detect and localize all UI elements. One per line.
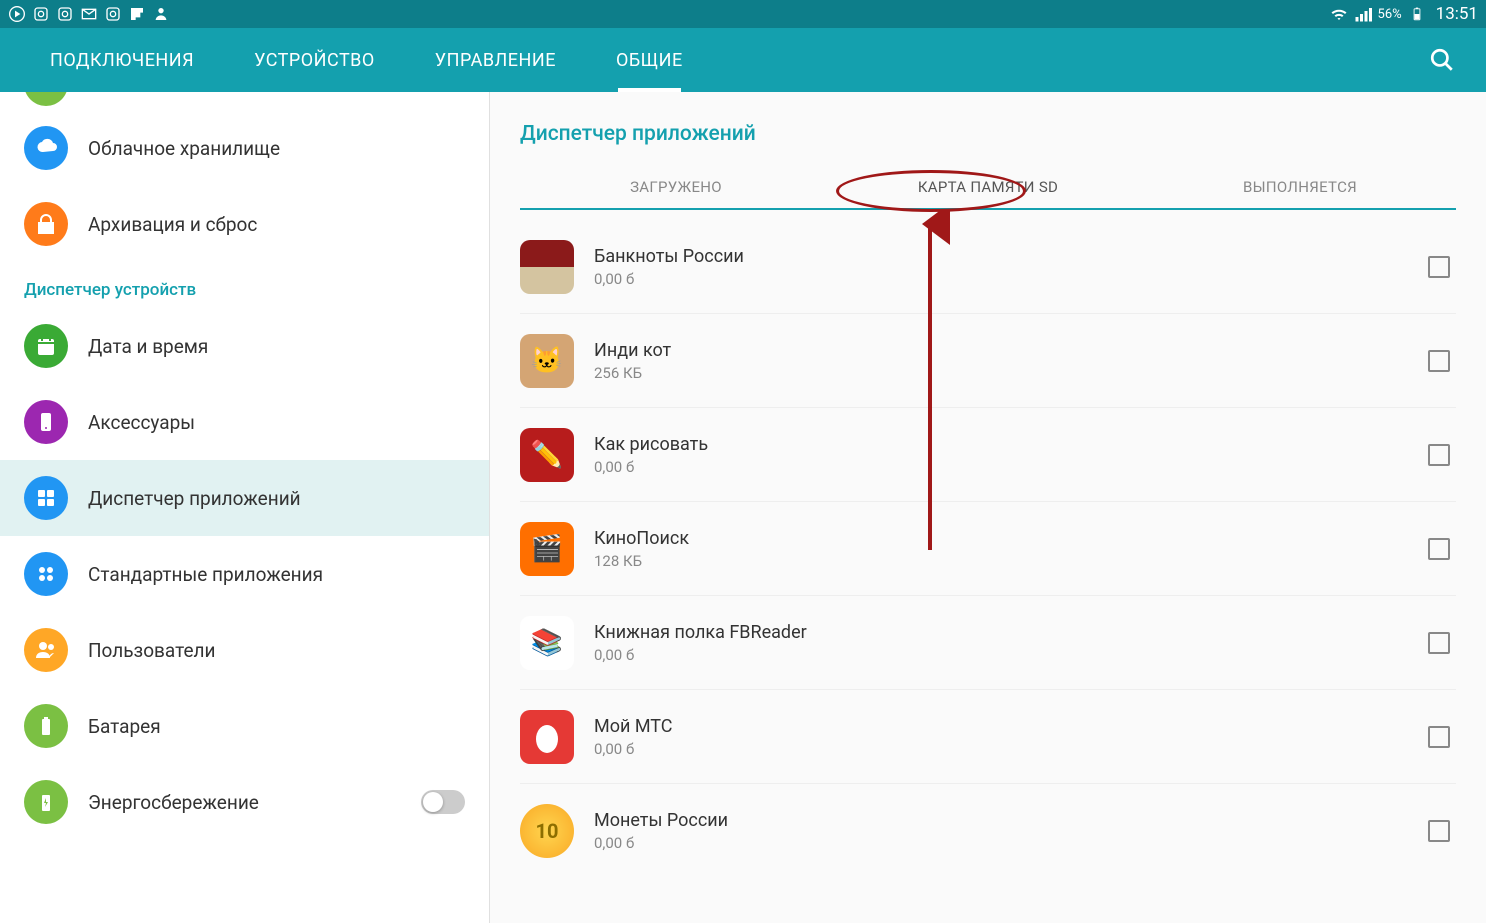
app-icon-fbreader: 📚 [520,616,574,670]
app-checkbox[interactable] [1428,538,1450,560]
app-icon-coins: 10 [520,804,574,858]
sidebar-item-cloud[interactable]: Облачное хранилище [0,110,489,186]
subtabs: ЗАГРУЖЕНО КАРТА ПАМЯТИ SD ВЫПОЛНЯЕТСЯ [520,166,1456,210]
sidebar-item-app-manager[interactable]: Диспетчер приложений [0,460,489,536]
app-size: 0,00 б [594,458,1428,476]
sidebar-item-backup[interactable]: Архивация и сброс [0,186,489,262]
app-name: Банкноты России [594,246,1428,267]
app-row[interactable]: 🎬 КиноПоиск 128 КБ [520,502,1456,596]
app-icon-mts [520,710,574,764]
instagram-icon-2 [56,5,74,23]
app-icon-indycat: 🐱 [520,334,574,388]
search-icon [1429,47,1455,73]
sidebar-label: Дата и время [88,335,208,358]
accessories-icon [24,400,68,444]
app-row[interactable]: 📚 Книжная полка FBReader 0,00 б [520,596,1456,690]
default-apps-icon [24,552,68,596]
app-icon-banknotes [520,240,574,294]
app-name: КиноПоиск [594,528,1428,549]
app-size: 128 КБ [594,552,1428,570]
status-bar: 56% 13:51 [0,0,1486,28]
app-list[interactable]: Банкноты России 0,00 б 🐱 Инди кот 256 КБ ✏… [520,210,1456,878]
sidebar-item-users[interactable]: Пользователи [0,612,489,688]
app-size: 0,00 б [594,740,1428,758]
partial-item-top [0,92,489,110]
tab-general[interactable]: ОБЩИЕ [586,28,713,92]
tab-controls[interactable]: УПРАВЛЕНИЕ [405,28,586,92]
person-icon [152,5,170,23]
wifi-icon [1330,5,1348,23]
sidebar-label: Стандартные приложения [88,563,323,586]
battery-percent: 56% [1378,7,1402,22]
battery-icon [1408,5,1426,23]
app-row[interactable]: Мой МТС 0,00 б [520,690,1456,784]
category-device-manager: Диспетчер устройств [0,262,489,308]
backup-icon [24,202,68,246]
app-name: Книжная полка FBReader [594,622,1428,643]
app-size: 0,00 б [594,834,1428,852]
sidebar-item-accessories[interactable]: Аксессуары [0,384,489,460]
status-left-icons [8,5,170,23]
sidebar-label: Диспетчер приложений [88,487,301,510]
status-right: 56% 13:51 [1330,4,1478,24]
tabs-bar: ПОДКЛЮЧЕНИЯ УСТРОЙСТВО УПРАВЛЕНИЕ ОБЩИЕ [0,28,1486,92]
instagram-icon [32,5,50,23]
apps-icon [24,476,68,520]
search-button[interactable] [1418,36,1466,84]
main-title: Диспетчер приложений [520,92,1456,166]
app-icon-kinopoisk: 🎬 [520,522,574,576]
sidebar[interactable]: Облачное хранилище Архивация и сброс Дис… [0,92,490,923]
sidebar-label: Энергосбережение [88,791,259,814]
app-name: Мой МТС [594,716,1428,737]
app-size: 0,00 б [594,270,1428,288]
sidebar-label: Батарея [88,715,161,738]
battery-menu-icon [24,704,68,748]
sidebar-label: Аксессуары [88,411,195,434]
app-checkbox[interactable] [1428,444,1450,466]
users-icon [24,628,68,672]
tab-connections[interactable]: ПОДКЛЮЧЕНИЯ [20,28,224,92]
instagram-icon-3 [104,5,122,23]
app-name: Как рисовать [594,434,1428,455]
app-row[interactable]: Банкноты России 0,00 б [520,220,1456,314]
power-saving-icon [24,780,68,824]
sidebar-item-battery[interactable]: Батарея [0,688,489,764]
app-checkbox[interactable] [1428,820,1450,842]
app-name: Инди кот [594,340,1428,361]
app-checkbox[interactable] [1428,726,1450,748]
main-panel: Диспетчер приложений ЗАГРУЖЕНО КАРТА ПАМ… [490,92,1486,923]
signal-icon [1354,5,1372,23]
subtab-sdcard[interactable]: КАРТА ПАМЯТИ SD [832,166,1144,208]
sidebar-label: Пользователи [88,639,216,662]
flipboard-icon [128,5,146,23]
subtab-downloaded[interactable]: ЗАГРУЖЕНО [520,166,832,208]
cloud-icon [24,126,68,170]
play-icon [8,5,26,23]
app-checkbox[interactable] [1428,350,1450,372]
sidebar-label: Архивация и сброс [88,213,257,236]
app-size: 0,00 б [594,646,1428,664]
sidebar-item-power-saving[interactable]: Энергосбережение [0,764,489,840]
app-name: Монеты России [594,810,1428,831]
subtab-running[interactable]: ВЫПОЛНЯЕТСЯ [1144,166,1456,208]
sidebar-item-default-apps[interactable]: Стандартные приложения [0,536,489,612]
clock-time: 13:51 [1436,4,1478,24]
power-saving-toggle[interactable] [421,790,465,814]
app-row[interactable]: 10 Монеты России 0,00 б [520,784,1456,878]
app-icon-draw: ✏️ [520,428,574,482]
app-size: 256 КБ [594,364,1428,382]
app-checkbox[interactable] [1428,256,1450,278]
tab-device[interactable]: УСТРОЙСТВО [224,28,405,92]
sidebar-label: Облачное хранилище [88,137,280,160]
sidebar-item-datetime[interactable]: Дата и время [0,308,489,384]
calendar-icon [24,324,68,368]
app-row[interactable]: ✏️ Как рисовать 0,00 б [520,408,1456,502]
app-row[interactable]: 🐱 Инди кот 256 КБ [520,314,1456,408]
app-checkbox[interactable] [1428,632,1450,654]
mail-icon [80,5,98,23]
